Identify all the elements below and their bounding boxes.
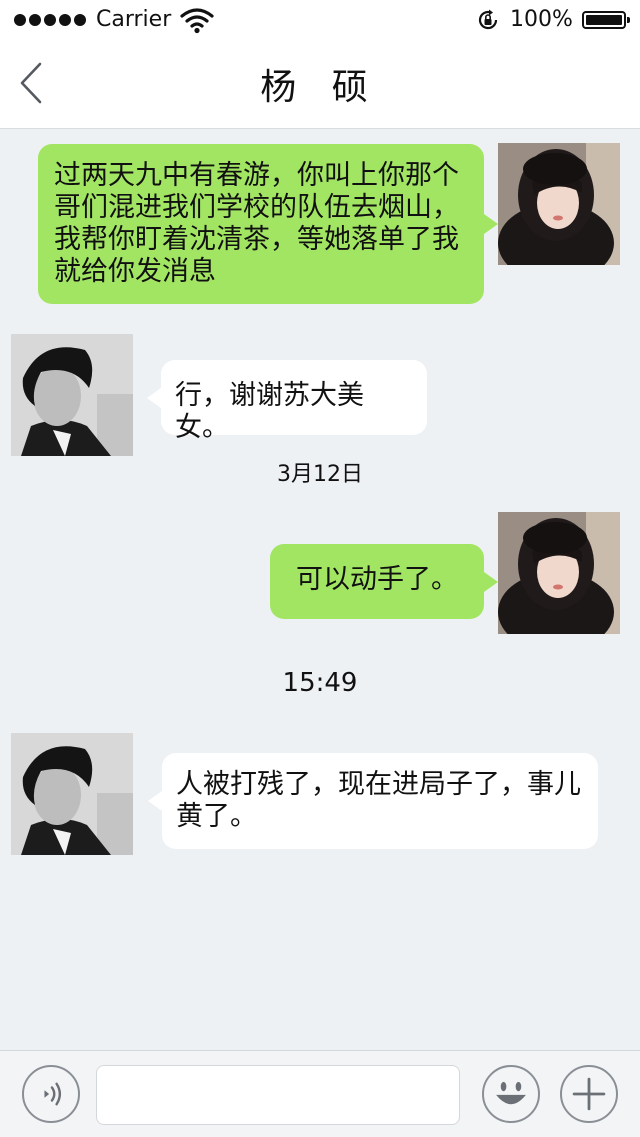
contact-avatar-image (11, 334, 133, 456)
contact-avatar-image (11, 733, 133, 855)
date-timestamp: 3月12日 (277, 462, 363, 487)
message-text: 过两天九中有春游，你叫上你那个哥们混进我们学校的队伍去烟山，我帮你盯着沈清茶，等… (54, 160, 459, 287)
input-bar (0, 1050, 640, 1137)
plus-button[interactable] (560, 1065, 618, 1123)
message-bubble-outgoing[interactable]: 过两天九中有春游，你叫上你那个哥们混进我们学校的队伍去烟山，我帮你盯着沈清茶，等… (38, 144, 498, 304)
message-bubble-incoming[interactable]: 人被打残了，现在进局子了，事儿黄了。 (148, 753, 598, 849)
message-text: 可以动手了。 (296, 564, 458, 595)
rotation-lock-icon (478, 9, 498, 30)
message-bubble-outgoing[interactable]: 可以动手了。 (270, 544, 498, 619)
battery-percentage: 100% (510, 7, 573, 32)
message-input[interactable] (96, 1065, 460, 1125)
contact-avatar[interactable] (11, 733, 133, 855)
battery-icon (582, 11, 630, 29)
voice-button[interactable] (22, 1065, 80, 1123)
message-text: 人被打残了，现在进局子了，事儿黄了。 (176, 769, 581, 832)
message-text: 行，谢谢苏大美女。 (175, 380, 364, 443)
self-avatar-image (498, 143, 620, 265)
self-avatar[interactable] (498, 143, 620, 265)
voice-icon (44, 1082, 62, 1106)
chat-title: 杨 硕 (260, 67, 380, 108)
emoji-icon (496, 1081, 526, 1105)
signal-dots-icon (14, 14, 86, 26)
nav-bar: 杨 硕 (0, 40, 640, 129)
carrier-label: Carrier (96, 7, 172, 32)
emoji-button[interactable] (482, 1065, 540, 1123)
wifi-icon (180, 8, 214, 34)
status-bar: Carrier 100% (0, 0, 640, 40)
self-avatar[interactable] (498, 512, 620, 634)
contact-avatar[interactable] (11, 334, 133, 456)
time-timestamp: 15:49 (282, 668, 358, 698)
plus-icon (572, 1077, 606, 1111)
message-bubble-incoming[interactable]: 行，谢谢苏大美女。 (147, 360, 427, 443)
self-avatar-image (498, 512, 620, 634)
